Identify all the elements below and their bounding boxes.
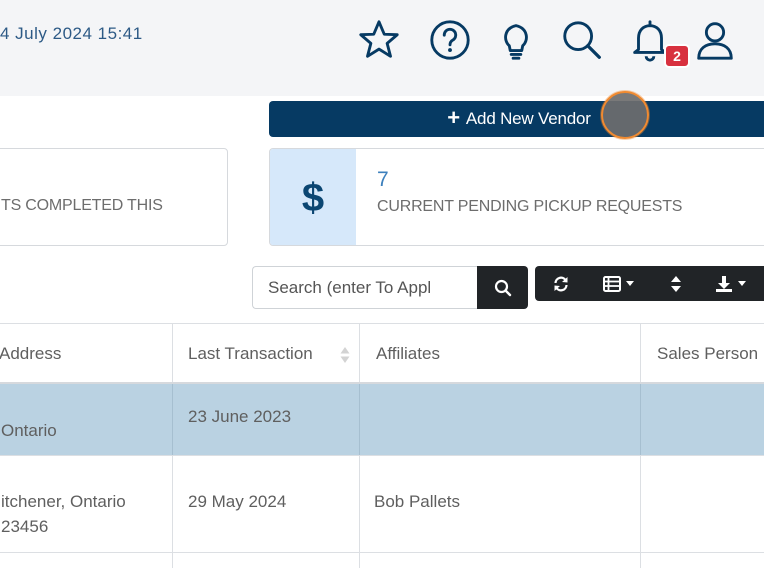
notification-badge: 2 [664,44,690,68]
affiliates-cell [360,384,641,455]
columns-dropdown-button[interactable] [595,266,641,301]
last-transaction-cell [172,553,360,568]
search-icon [563,21,601,59]
table-search-input[interactable] [252,266,478,309]
user-icon [697,22,733,60]
dollar-icon: $ [270,149,356,245]
export-dropdown-button[interactable] [707,266,753,301]
column-header-affiliates[interactable]: Affiliates [360,324,641,382]
sales-person-cell [641,384,764,455]
column-header-sales-person[interactable]: Sales Person [641,324,764,382]
download-icon [715,275,732,292]
sort-icon [340,347,350,363]
table-row[interactable]: Ontario 23 June 2023 [0,384,764,456]
chevron-down-icon [737,281,746,286]
affiliates-cell [360,553,641,568]
list-icon [602,275,621,292]
table-search-button[interactable] [477,266,528,309]
sales-person-cell [641,456,764,552]
pending-pickup-stat-card[interactable]: $ 7 CURRENT PENDING PICKUP REQUESTS [269,148,764,246]
lightbulb-icon [504,24,528,60]
user-menu-button[interactable] [689,14,741,66]
help-icon [430,20,470,60]
sort-icon [671,275,681,292]
table-row[interactable] [0,553,764,568]
address-cell [0,553,173,568]
star-icon [359,20,399,58]
pending-pickup-label: CURRENT PENDING PICKUP REQUESTS [377,198,683,215]
favorites-button[interactable] [353,14,405,66]
completed-stat-label: TS COMPLETED THIS [1,197,163,214]
cursor-highlight [601,91,649,139]
add-new-vendor-label: Add New Vendor [465,109,591,128]
refresh-button[interactable] [545,266,577,301]
top-bar: 4 July 2024 15:41 2 [0,0,764,96]
column-header-last-transaction[interactable]: Last Transaction [172,324,360,382]
tips-button[interactable] [490,14,542,66]
add-new-vendor-button[interactable]: + Add New Vendor [269,101,764,137]
plus-icon: + [447,105,460,130]
completed-stat-card: TS COMPLETED THIS [0,148,228,246]
affiliates-cell: Bob Pallets [360,456,641,552]
help-button[interactable] [424,14,476,66]
table-header-row: Address Last Transaction Affiliates Sale… [0,323,764,384]
search-icon [494,279,511,296]
chevron-down-icon [625,281,634,286]
last-transaction-cell: 23 June 2023 [172,384,360,455]
pending-pickup-count[interactable]: 7 [377,168,389,192]
address-cell: itchener, Ontario 23456 [0,456,173,552]
sales-person-cell [641,553,764,568]
table-row[interactable]: itchener, Ontario 23456 29 May 2024 Bob … [0,456,764,553]
column-header-address[interactable]: Address [0,324,173,382]
current-datetime: 4 July 2024 15:41 [0,24,143,43]
refresh-icon [554,276,568,291]
sort-toggle-button[interactable] [661,266,691,301]
last-transaction-cell: 29 May 2024 [172,456,360,552]
global-search-button[interactable] [556,14,608,66]
address-cell: Ontario [0,384,173,455]
table-toolbar [535,266,764,301]
